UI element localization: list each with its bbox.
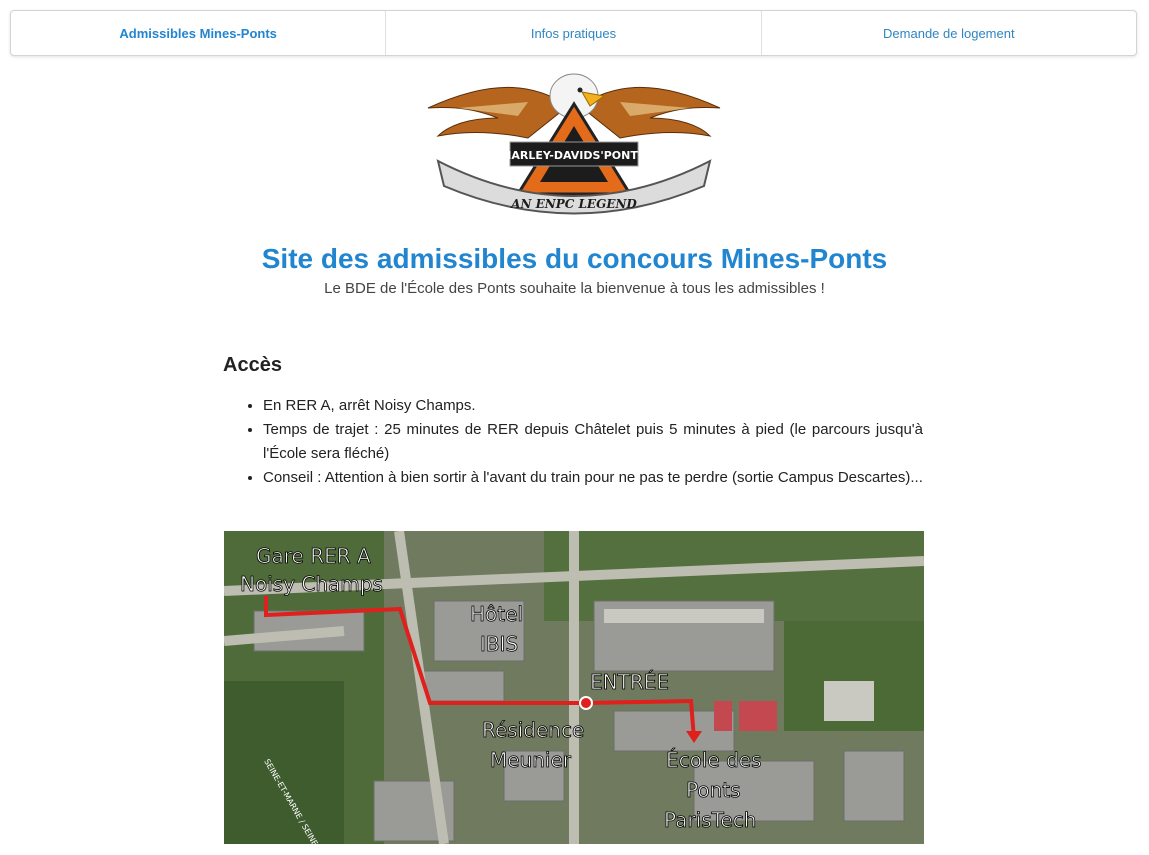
list-item: En RER A, arrêt Noisy Champs. bbox=[263, 394, 923, 418]
top-nav-tabs: Admissibles Mines-Ponts Infos pratiques … bbox=[10, 10, 1137, 56]
map-label-gare-line2: Noisy Champs bbox=[240, 572, 383, 596]
tab-admissibles[interactable]: Admissibles Mines-Ponts bbox=[11, 11, 387, 55]
entrance-marker bbox=[579, 696, 593, 710]
page-title: Site des admissibles du concours Mines-P… bbox=[261, 243, 888, 274]
map-label-ecole-line3: ParisTech bbox=[664, 808, 756, 832]
map-label-entree: ENTRÉE bbox=[590, 670, 669, 694]
map-label-residence-line2: Meunier bbox=[490, 748, 572, 772]
map-label-hotel-line2: IBIS bbox=[480, 632, 518, 656]
harley-davidsponts-logo: HARLEY-DAVIDS'PONTS AN ENPC LEGEND bbox=[427, 73, 721, 215]
map-label-residence-line1: Résidence bbox=[482, 718, 584, 742]
list-item: Temps de trajet : 25 minutes de RER depu… bbox=[263, 418, 923, 466]
map-label-ecole-line1: École des bbox=[666, 748, 762, 772]
map-label-gare-line1: Gare RER A bbox=[256, 544, 371, 568]
tab-infos-pratiques[interactable]: Infos pratiques bbox=[386, 11, 762, 55]
map-label-ecole-line2: Ponts bbox=[686, 778, 741, 802]
access-map: Gare RER A Noisy Champs Hôtel IBIS ENTRÉ… bbox=[224, 531, 924, 844]
access-heading: Accès bbox=[223, 354, 282, 376]
logo-top-text: HARLEY-DAVIDS'PONTS bbox=[502, 149, 646, 162]
access-list: En RER A, arrêt Noisy Champs. Temps de t… bbox=[223, 394, 923, 490]
list-item: Conseil : Attention à bien sortir à l'av… bbox=[263, 466, 923, 490]
logo-bottom-text: AN ENPC LEGEND bbox=[510, 197, 637, 211]
page-subtitle: Le BDE de l'École des Ponts souhaite la … bbox=[324, 280, 825, 297]
map-label-hotel-line1: Hôtel bbox=[470, 602, 523, 626]
tab-demande-logement[interactable]: Demande de logement bbox=[762, 11, 1136, 55]
